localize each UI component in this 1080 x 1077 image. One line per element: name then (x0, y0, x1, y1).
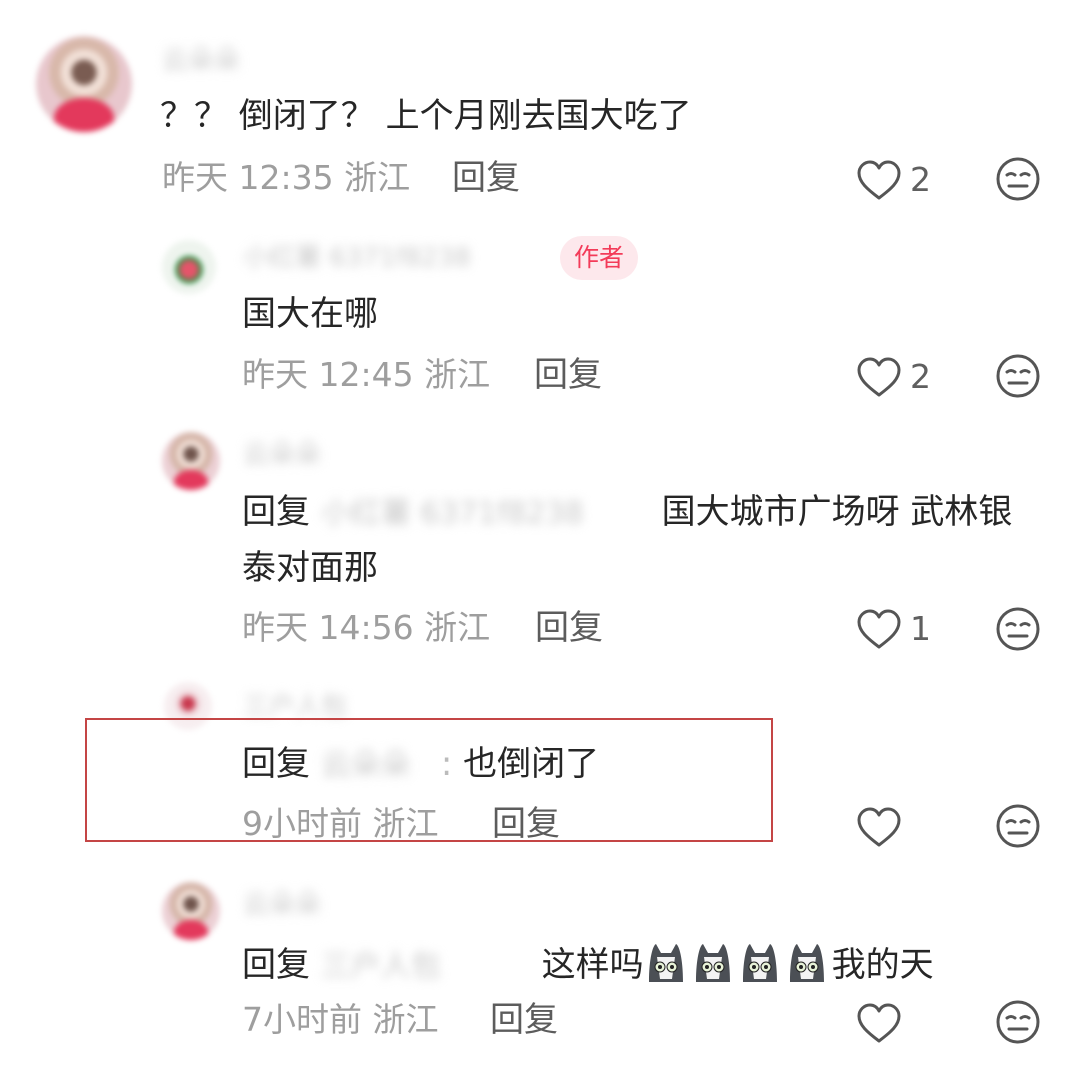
comment-location: 浙江 (372, 1000, 439, 1039)
comment-time: 昨天 14:56 (242, 608, 414, 647)
heart-icon (857, 609, 901, 649)
heart-icon (857, 160, 901, 200)
avatar[interactable] (162, 432, 220, 490)
comment-location: 浙江 (424, 355, 491, 394)
heart-icon (857, 1003, 901, 1043)
reply-prefix: 回复 (242, 945, 310, 985)
avatar[interactable] (36, 36, 132, 132)
meh-face-icon[interactable] (995, 353, 1041, 399)
comment-meta: 昨天 12:45 浙江 (242, 353, 490, 397)
username[interactable]: 云朵朵 (243, 888, 321, 922)
comment-time: 昨天 12:35 (162, 158, 334, 197)
username[interactable]: 小红薯 6371f8238 (243, 241, 471, 275)
comment-text: 国大在哪 (242, 294, 378, 334)
reply-button[interactable]: 回复 (452, 156, 520, 200)
like-count: 2 (910, 357, 931, 396)
reply-target-username[interactable]: 三户人包 (321, 945, 531, 989)
comment-text-before: 这样吗 (541, 945, 644, 985)
like-button[interactable] (856, 802, 902, 852)
like-button[interactable]: 1 (856, 604, 931, 654)
comment-text: ？？ 倒闭了？ 上个月刚去国大吃了 (160, 96, 692, 136)
like-count: 1 (910, 609, 931, 648)
meh-face-icon[interactable] (995, 803, 1041, 849)
reply-prefix: 回复 (242, 492, 310, 532)
like-button[interactable]: 2 (856, 155, 931, 205)
meh-face-icon[interactable] (995, 606, 1041, 652)
author-badge: 作者 (560, 236, 638, 280)
like-count: 2 (910, 160, 931, 199)
cat-icon (648, 944, 683, 982)
highlight-box (85, 718, 773, 842)
avatar[interactable] (162, 240, 216, 294)
meh-face-icon[interactable] (995, 999, 1041, 1045)
comment-time: 7小时前 (242, 1000, 362, 1039)
comment-text: 回复 三户人包 这样吗 我的天 (242, 940, 934, 989)
heart-icon (857, 357, 901, 397)
like-button[interactable] (856, 998, 902, 1048)
cat-icon (742, 944, 777, 982)
meh-face-icon[interactable] (995, 156, 1041, 202)
username[interactable]: 云朵朵 (243, 438, 321, 472)
comment-location: 浙江 (344, 158, 411, 197)
comment-text-line1: 国大城市广场呀 武林银 (661, 492, 1013, 532)
comment-text-after: 我的天 (831, 945, 934, 985)
reply-button[interactable]: 回复 (490, 998, 558, 1042)
comment-text-line2: 泰对面那 (242, 548, 378, 588)
reply-target-username[interactable]: 小红薯 6371f8238 (321, 492, 651, 536)
avatar[interactable] (162, 882, 220, 940)
username[interactable]: 云朵朵 (162, 44, 240, 78)
reply-button[interactable]: 回复 (534, 353, 602, 397)
comment-meta: 7小时前 浙江 (242, 998, 439, 1042)
comment-meta: 昨天 14:56 浙江 (242, 606, 490, 650)
comment-time: 昨天 12:45 (242, 355, 414, 394)
reply-button[interactable]: 回复 (535, 606, 603, 650)
heart-icon (857, 807, 901, 847)
cat-icon (789, 944, 824, 982)
cat-icon (695, 944, 730, 982)
comment-meta: 昨天 12:35 浙江 (162, 156, 410, 200)
comment-text: 回复 小红薯 6371f8238 国大城市广场呀 武林银 (242, 490, 1012, 536)
comment-location: 浙江 (424, 608, 491, 647)
like-button[interactable]: 2 (856, 352, 931, 402)
